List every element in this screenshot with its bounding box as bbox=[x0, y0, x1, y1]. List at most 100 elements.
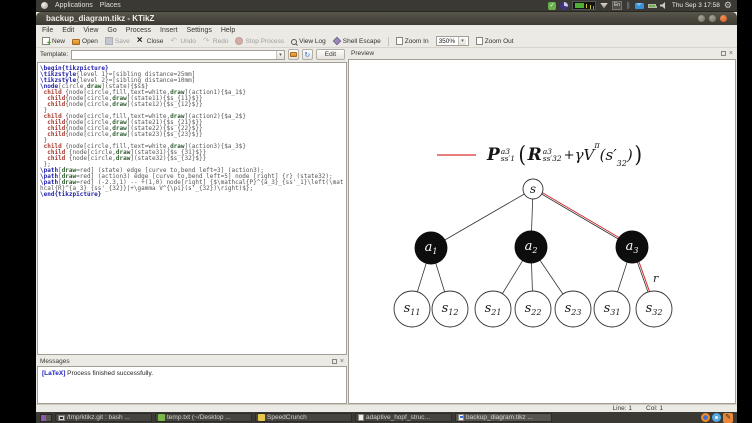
template-combobox[interactable]: ▾ bbox=[71, 49, 285, 60]
calculator-icon bbox=[258, 414, 265, 421]
toolbar-button-zoom-out[interactable]: Zoom Out bbox=[475, 37, 514, 45]
message-tag: [LaTeX] bbox=[42, 370, 66, 377]
toolbar-button-close[interactable]: Close bbox=[137, 35, 164, 46]
preview-dock-header: Preview × bbox=[348, 48, 736, 58]
backup-diagram-tree: sa1 a2 a3s11 s12 s21 s22 s23 s31 s32r bbox=[393, 178, 673, 328]
terminal-icon bbox=[58, 414, 65, 421]
system-monitor-icon[interactable] bbox=[572, 1, 597, 10]
toolbar-button-open[interactable]: Open bbox=[72, 37, 98, 45]
menu-item-edit[interactable]: Edit bbox=[62, 27, 74, 34]
tree-node-label-s: s bbox=[530, 182, 536, 196]
menu-item-settings[interactable]: Settings bbox=[187, 27, 212, 34]
toolbar-button-save: Save bbox=[104, 37, 130, 45]
battery-icon[interactable] bbox=[647, 3, 657, 8]
zoom-level-value: 350% bbox=[438, 37, 456, 45]
keyboard-layout-indicator[interactable]: En bbox=[612, 1, 623, 10]
close-dock-icon[interactable]: × bbox=[729, 50, 733, 57]
toolbar-button-redo: Redo bbox=[203, 36, 229, 45]
message-text: Process finished successfully. bbox=[65, 370, 154, 377]
window-titlebar[interactable]: backup_diagram.tikz - KTikZ bbox=[36, 12, 737, 25]
gnome-top-panel: Applications Places ✓ En ᛒ Thu Sep 3 17:58 ⚙ bbox=[36, 0, 737, 12]
taskbar-item-temp-txt-desktop-[interactable]: temp.txt (~/Desktop ... bbox=[155, 413, 252, 422]
view-log-icon bbox=[291, 38, 298, 45]
taskbar-item-speedcrunch[interactable]: SpeedCrunch bbox=[255, 413, 352, 422]
toolbar-button-new[interactable]: New bbox=[42, 37, 65, 47]
firefox-icon[interactable] bbox=[701, 413, 710, 422]
menu-item-process[interactable]: Process bbox=[126, 27, 151, 34]
menu-item-go[interactable]: Go bbox=[107, 27, 116, 34]
screen: Applications Places ✓ En ᛒ Thu Sep 3 17:58 ⚙… bbox=[0, 0, 752, 423]
zoom-in-icon bbox=[395, 37, 403, 45]
new-document-icon bbox=[42, 37, 51, 47]
code-editor[interactable]: \begin{tikzpicture} \tikzstyle{level 1}=[… bbox=[37, 62, 347, 355]
messenger-icon[interactable] bbox=[712, 413, 721, 422]
text-editor-icon bbox=[158, 414, 165, 421]
toolbar-button-shell-escape[interactable]: Shell Escape bbox=[332, 36, 381, 46]
close-dock-icon[interactable]: × bbox=[340, 358, 344, 365]
stop-process-icon bbox=[235, 37, 244, 45]
toolbar-button-zoom-in[interactable]: Zoom In bbox=[395, 37, 429, 45]
close-document-icon bbox=[137, 35, 145, 46]
status-col: Col: 1 bbox=[646, 405, 663, 412]
messages-title: Messages bbox=[40, 357, 70, 365]
float-dock-icon[interactable] bbox=[720, 50, 726, 56]
distro-logo-icon[interactable] bbox=[41, 2, 48, 9]
shell-escape-icon bbox=[332, 36, 342, 46]
wifi-icon[interactable] bbox=[600, 2, 609, 9]
tree-edge bbox=[532, 188, 633, 248]
float-dock-icon[interactable] bbox=[331, 358, 337, 364]
taskbar-tray: ✎ bbox=[701, 412, 733, 423]
template-reload-button[interactable]: ↻ bbox=[301, 49, 313, 60]
minimize-button[interactable] bbox=[698, 15, 705, 22]
chevron-down-icon[interactable]: ▾ bbox=[458, 37, 466, 45]
taskbar: /tmp/ktikz.git : bash ... temp.txt (~/Des… bbox=[36, 412, 737, 423]
chevron-down-icon[interactable]: ▾ bbox=[276, 50, 284, 59]
panel-menu-places[interactable]: Places bbox=[100, 2, 121, 9]
messages-dock-header: Messages × bbox=[37, 356, 347, 366]
volume-icon[interactable] bbox=[659, 2, 666, 9]
toolbar-button-view-log[interactable]: View Log bbox=[291, 38, 326, 45]
notes-icon[interactable]: ✎ bbox=[723, 412, 733, 423]
template-row: Template: ▾ ↻ Edit bbox=[37, 48, 348, 61]
document-icon bbox=[358, 414, 364, 421]
save-icon bbox=[104, 37, 113, 45]
template-edit-button[interactable]: Edit bbox=[315, 49, 345, 60]
pie-clock-icon[interactable] bbox=[560, 1, 569, 10]
menu-item-insert[interactable]: Insert bbox=[160, 27, 178, 34]
mail-icon[interactable] bbox=[634, 2, 644, 9]
code-line: \end{tikzpicture} bbox=[40, 191, 102, 198]
close-window-button[interactable] bbox=[720, 15, 727, 22]
toolbar-button-undo: Undo bbox=[170, 36, 196, 45]
redo-icon bbox=[203, 36, 211, 45]
status-line: Line: 1 bbox=[612, 405, 633, 412]
menu-item-file[interactable]: File bbox=[42, 27, 53, 34]
template-label: Template: bbox=[40, 51, 69, 58]
folder-icon bbox=[289, 52, 297, 57]
panel-menu-applications[interactable]: Applications bbox=[55, 2, 93, 9]
menu-item-help[interactable]: Help bbox=[221, 27, 235, 34]
bluetooth-icon[interactable]: ᛒ bbox=[626, 1, 631, 10]
status-bar: Line: 1 Col: 1 bbox=[36, 404, 737, 412]
taskbar-item-adaptive-hopf-struc-[interactable]: adaptive_hopf_struc... bbox=[355, 413, 452, 422]
clock[interactable]: Thu Sep 3 17:58 bbox=[672, 2, 720, 9]
workspace-switcher[interactable] bbox=[40, 413, 52, 422]
taskbar-item--tmp-ktikz-git-bash-[interactable]: /tmp/ktikz.git : bash ... bbox=[55, 413, 152, 422]
toolbar: New Open Save Close Undo Redo Stop Process View… bbox=[36, 35, 737, 48]
taskbar-item-backup-diagram-tikz-[interactable]: backup_diagram.tikz ... bbox=[455, 413, 552, 422]
zoom-level-combobox[interactable]: 350% ▾ bbox=[435, 36, 469, 46]
zoom-out-icon bbox=[475, 37, 483, 45]
tikz-document-icon bbox=[458, 414, 464, 421]
desktop: Applications Places ✓ En ᛒ Thu Sep 3 17:58 ⚙… bbox=[36, 0, 737, 423]
chat-status-icon[interactable]: ✓ bbox=[548, 1, 557, 10]
open-folder-icon bbox=[72, 39, 81, 45]
system-tray: ✓ En ᛒ Thu Sep 3 17:58 ⚙ bbox=[548, 1, 732, 10]
maximize-button[interactable] bbox=[709, 15, 716, 22]
menu-item-view[interactable]: View bbox=[83, 27, 98, 34]
messages-panel: [LaTeX] Process finished successfully. bbox=[37, 366, 347, 404]
menu-bar: File Edit View Go Process Insert Settings Help bbox=[36, 25, 737, 35]
template-open-button[interactable] bbox=[287, 49, 299, 60]
window-title: backup_diagram.tikz - KTikZ bbox=[46, 14, 155, 23]
preview-title: Preview bbox=[351, 49, 375, 57]
tree-red-edge bbox=[533, 187, 634, 247]
session-gear-icon[interactable]: ⚙ bbox=[724, 1, 732, 10]
